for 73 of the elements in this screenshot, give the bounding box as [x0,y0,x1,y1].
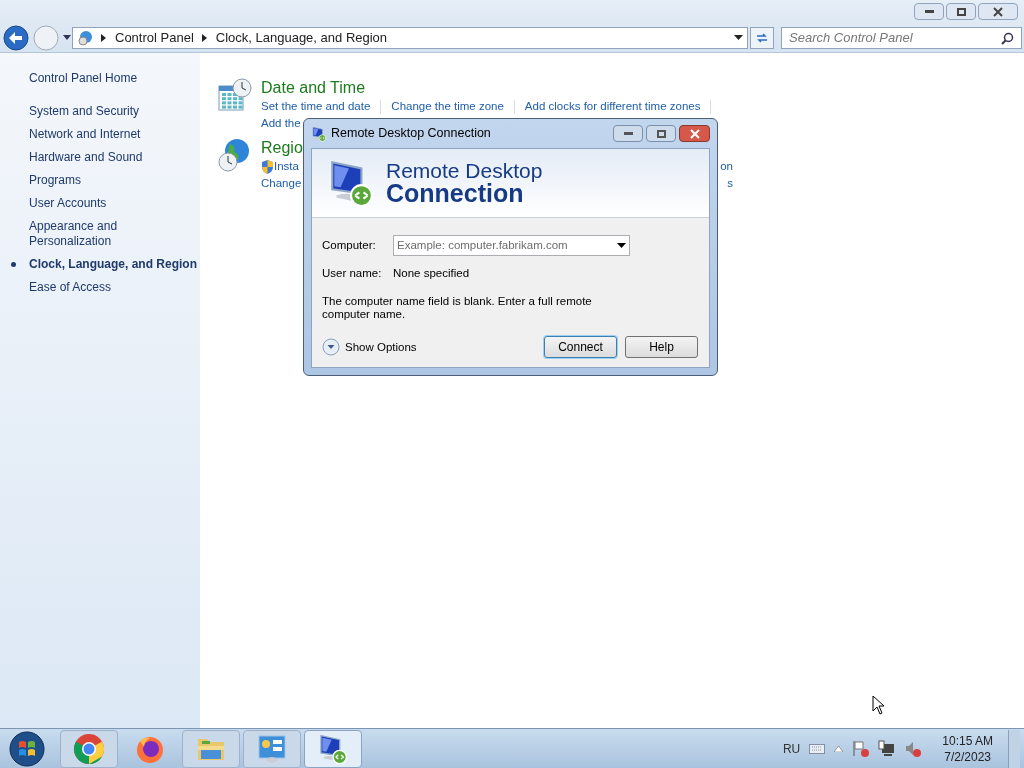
close-icon [993,6,1003,17]
sidebar-link[interactable]: System and Security [29,104,200,119]
taskbar-app[interactable] [304,729,362,768]
taskbar-app[interactable] [60,729,118,768]
computer-combobox[interactable]: Example: computer.fabrikam.com [393,235,630,256]
caret-icon[interactable] [63,35,71,41]
task-link[interactable]: Insta [274,157,299,176]
globe-clock-icon [218,138,252,172]
app-icon [311,125,327,142]
close-button[interactable] [679,125,710,142]
clock-date: 7/2/2023 [944,748,991,765]
task-link[interactable]: Set the time and date [261,97,371,116]
sidebar-link[interactable]: User Accounts [29,196,200,211]
field-label: User name: [322,266,383,281]
breadcrumb-item[interactable]: Clock, Language, and Region [215,28,388,48]
search-icon [1001,31,1014,45]
dialog-button[interactable]: Connect [544,336,617,359]
sidebar-link[interactable]: Hardware and Sound [29,150,200,165]
sidebar-link[interactable]: Programs [29,173,200,188]
sidebar-link[interactable]: Ease of Access [29,280,200,295]
language-indicator[interactable]: RU [782,739,801,758]
minimize-button[interactable] [613,125,643,142]
monitor-icon [317,732,349,765]
sidebar-link[interactable]: Control Panel Home [29,71,200,86]
sidebar-link[interactable]: Network and Internet [29,127,200,142]
field-label: Computer: [322,237,377,253]
user-name-value: None specified [393,266,470,281]
calendar-clock-icon [218,78,252,112]
back-button[interactable] [3,25,29,51]
expand-icon[interactable] [322,338,340,357]
dropdown-icon[interactable] [734,35,743,41]
section-title[interactable]: Date and Time [261,78,733,98]
breadcrumb-item[interactable]: Control Panel [115,28,194,48]
close-icon [689,128,700,139]
dialog-title: Remote Desktop Connection [331,125,491,143]
sidebar-link[interactable]: Clock, Language, and Region [29,257,200,272]
speaker-muted-icon[interactable] [904,740,922,757]
task-link[interactable]: on [720,157,733,176]
refresh-icon [755,31,769,45]
chevron-icon[interactable] [201,34,208,42]
task-link[interactable]: s [727,174,733,193]
clock-time: 10:15 AM [942,732,993,749]
banner-subtitle: Connection [386,181,524,206]
task-link[interactable]: Add clocks for different time zones [524,97,701,116]
chevron-icon[interactable] [101,34,107,42]
close-button[interactable] [978,3,1018,20]
show-options-link[interactable]: Show Options [345,338,417,356]
control-panel-icon [256,732,288,765]
start-button[interactable] [8,729,46,768]
restore-button[interactable] [946,3,976,20]
task-link[interactable]: Change [261,174,302,193]
search-input[interactable]: Search Control Panel [789,28,1001,48]
clock[interactable]: 10:15 AM 7/2/2023 [942,732,993,765]
search-field[interactable]: Search Control Panel [781,27,1022,49]
taskbar-app[interactable] [243,729,301,768]
sidebar-link[interactable]: Appearance and Personalization [29,219,139,249]
keyboard-icon[interactable] [809,743,826,754]
address-bar[interactable]: Control Panel Clock, Language, and Region [72,27,748,49]
chevron-up-icon[interactable] [834,745,844,752]
flag-error-icon[interactable] [852,740,870,757]
chrome-icon [73,732,105,765]
status-message: The computer name field is blank. Enter a full remote computer name. [322,295,593,322]
maximize-button[interactable] [646,125,676,142]
task-link[interactable]: Add the [261,114,301,133]
shield-icon [261,159,274,174]
mouse-cursor-icon [872,695,885,715]
minimize-button[interactable] [914,3,944,20]
refresh-button[interactable] [750,27,774,49]
dropdown-icon[interactable] [617,243,626,248]
dialog-button[interactable]: Help [625,336,698,359]
task-link[interactable]: Change the time zone [391,97,504,116]
network-error-icon[interactable] [878,740,896,757]
control-panel-icon [77,30,93,46]
